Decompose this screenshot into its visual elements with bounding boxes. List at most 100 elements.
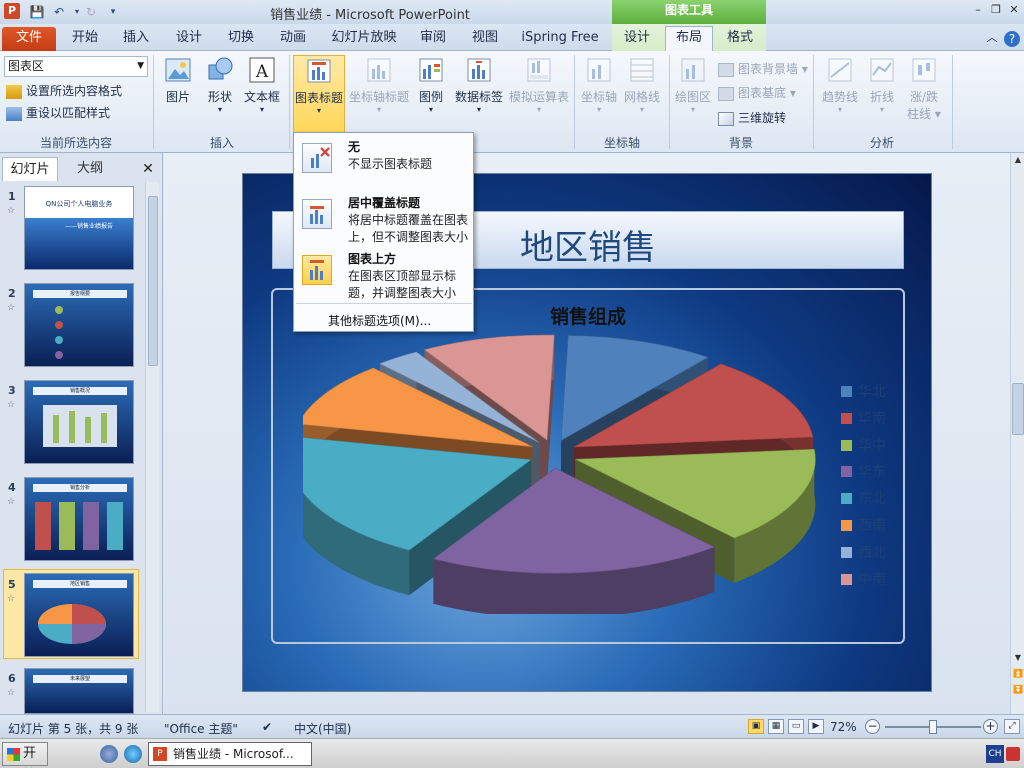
zoom-in-button[interactable]: + [983, 719, 998, 734]
centered-overlay-icon [302, 199, 332, 229]
format-selection-button[interactable]: 设置所选内容格式 [6, 82, 122, 99]
slide-sorter-view-button[interactable]: ▦ [768, 719, 784, 734]
trendline-button[interactable]: 趋势线 ▾ [818, 55, 862, 114]
chart-title-button[interactable]: 图表标题 ▾ [293, 55, 345, 133]
quicklaunch-desktop-icon[interactable] [100, 745, 118, 763]
gridlines-button[interactable]: 网格线 ▾ [622, 55, 662, 114]
tab-chart-layout[interactable]: 布局 [665, 26, 713, 51]
close-pane-icon[interactable]: ✕ [138, 157, 158, 181]
gridlines-label: 网格线 [623, 90, 660, 104]
menu-item-centered-overlay-title[interactable]: 居中覆盖标题 将居中标题覆盖在图表上，但不调整图表大小 [296, 193, 472, 249]
chart-wall-button[interactable]: 图表背景墙 ▾ [718, 60, 808, 77]
help-icon[interactable]: ? [1004, 31, 1020, 47]
quicklaunch-ie-icon[interactable] [124, 745, 142, 763]
insert-shapes-button[interactable]: 形状 ▾ [200, 55, 240, 114]
tab-chart-design[interactable]: 设计 [614, 27, 660, 51]
plot-area-button[interactable]: 绘图区 ▾ [673, 55, 713, 114]
next-slide-icon[interactable]: ⏬ [1012, 685, 1024, 694]
spellcheck-icon[interactable]: ✔ [262, 720, 272, 734]
tab-slides[interactable]: 幻灯片 [2, 157, 58, 181]
updown-bars-button[interactable]: 涨/跌 柱线 ▾ [904, 55, 944, 122]
minimize-icon[interactable]: – [970, 2, 986, 18]
tab-animations[interactable]: 动画 [270, 27, 316, 51]
svg-text:A: A [255, 62, 269, 82]
menu-item-description: 在图表区顶部显示标题，并调整图表大小 [348, 269, 457, 300]
fit-to-window-button[interactable]: ⤢ [1004, 719, 1020, 734]
pie-chart[interactable] [303, 334, 823, 614]
slide-thumbnail-4[interactable]: 销售分析 [24, 477, 134, 561]
insert-shapes-label: 形状 [207, 90, 232, 104]
menu-item-above-chart[interactable]: 图表上方 在图表区顶部显示标题，并调整图表大小 [296, 249, 472, 301]
plot-area-chevron-down-icon: ▾ [690, 105, 695, 114]
powerpoint-app-icon[interactable]: P [4, 3, 20, 19]
reading-view-button[interactable]: ▭ [788, 719, 804, 734]
textbox-chevron-down-icon: ▾ [259, 105, 264, 114]
normal-view-button[interactable]: ▣ [748, 719, 764, 734]
tab-file[interactable]: 文件 [2, 27, 56, 51]
editor-vertical-scrollbar[interactable]: ▲ ▼ ⏫ ⏬ [1010, 153, 1024, 714]
insert-textbox-button[interactable]: A 文本框 ▾ [242, 55, 282, 114]
slides-pane-scrollbar[interactable] [145, 182, 159, 712]
slide-thumbnail-5[interactable]: 地区销售 [24, 573, 134, 657]
thumbnail-caption: 销售概况 [33, 387, 127, 395]
input-method-indicator[interactable]: CH [986, 745, 1004, 763]
chart-floor-button[interactable]: 图表基底 ▾ [718, 84, 796, 101]
tab-transitions[interactable]: 切换 [218, 27, 264, 51]
data-labels-button[interactable]: 数据标签 ▾ [454, 55, 504, 114]
legend-label: 华北 [858, 384, 886, 400]
tab-design[interactable]: 设计 [166, 27, 212, 51]
tab-ispring[interactable]: iSpring Free [518, 27, 602, 51]
slide-thumbnail-2[interactable]: 报告纲要 [24, 283, 134, 367]
previous-slide-icon[interactable]: ⏫ [1012, 669, 1024, 678]
status-bar: 幻灯片 第 5 张，共 9 张 "Office 主题" ✔ 中文(中国) ▣ ▦… [0, 714, 1024, 738]
menu-item-no-title[interactable]: 无 不显示图表标题 [296, 137, 472, 181]
format-selection-label: 设置所选内容格式 [26, 84, 123, 98]
menu-item-more-title-options[interactable]: 其他标题选项(M)... [328, 312, 431, 329]
scroll-up-icon[interactable]: ▲ [1012, 155, 1024, 164]
thumbnail-caption: 销售分析 [33, 484, 127, 492]
close-window-icon[interactable]: ✕ [1006, 2, 1022, 18]
data-table-button[interactable]: 模拟运算表 ▾ [508, 55, 570, 114]
restore-icon[interactable]: ❐ [988, 2, 1004, 18]
menu-item-heading: 无 [348, 140, 361, 154]
chart-floor-label: 图表基底 [738, 86, 787, 100]
insert-picture-button[interactable]: 图片 [160, 55, 196, 105]
minimize-ribbon-icon[interactable]: ︿ [984, 27, 1000, 51]
axes-button[interactable]: 坐标轴 ▾ [580, 55, 618, 114]
legend-label: 西北 [858, 544, 886, 561]
theme-name[interactable]: "Office 主题" [164, 720, 238, 737]
chart-elements-dropdown[interactable]: 图表区 ▼ [4, 56, 148, 77]
ribbon-body: 图表区 ▼ 设置所选内容格式 重设以匹配样式 当前所选内容 图片 形状 ▾ A … [0, 51, 1024, 153]
tab-insert[interactable]: 插入 [113, 27, 159, 51]
legend-button[interactable]: 图例 ▾ [414, 55, 448, 114]
axis-titles-button[interactable]: 坐标轴标题 ▾ [348, 55, 410, 114]
tab-slideshow[interactable]: 幻灯片放映 [326, 27, 402, 51]
slide-thumbnail-1[interactable]: QN公司个人电脑业务 ——销售业绩报告 [24, 186, 134, 270]
slideshow-view-button[interactable]: ▶ [808, 719, 824, 734]
language-indicator[interactable]: 中文(中国) [294, 720, 351, 737]
zoom-out-button[interactable]: − [865, 719, 880, 734]
scrollbar-thumb[interactable] [1012, 383, 1024, 435]
redo-icon[interactable]: ↻ [82, 3, 100, 21]
tray-help-icon[interactable] [1006, 747, 1020, 761]
reset-to-match-style-button[interactable]: 重设以匹配样式 [6, 104, 110, 121]
scroll-down-icon[interactable]: ▼ [1012, 653, 1024, 662]
scrollbar-thumb[interactable] [148, 196, 158, 366]
tab-review[interactable]: 审阅 [410, 27, 456, 51]
chart-title[interactable]: 销售组成 [543, 302, 633, 329]
save-icon[interactable]: 💾 [28, 3, 46, 21]
slide-thumbnail-3[interactable]: 销售概况 [24, 380, 134, 464]
tab-view[interactable]: 视图 [462, 27, 508, 51]
undo-icon[interactable]: ↶ [50, 3, 68, 21]
customize-qat-icon[interactable]: ▾ [104, 3, 122, 21]
slide-thumbnail-6[interactable]: 未来展望 [24, 668, 134, 714]
start-button[interactable]: 开始 [2, 742, 48, 766]
tab-outline[interactable]: 大纲 [62, 157, 118, 181]
3d-rotation-button[interactable]: 三维旋转 [718, 109, 786, 126]
taskbar-powerpoint-window[interactable]: P 销售业绩 - Microsof... [148, 742, 312, 766]
tab-home[interactable]: 开始 [62, 27, 108, 51]
zoom-slider-thumb[interactable] [929, 720, 937, 734]
lines-button[interactable]: 折线 ▾ [864, 55, 900, 114]
tab-chart-format[interactable]: 格式 [717, 27, 763, 51]
zoom-level[interactable]: 72% [830, 720, 857, 734]
